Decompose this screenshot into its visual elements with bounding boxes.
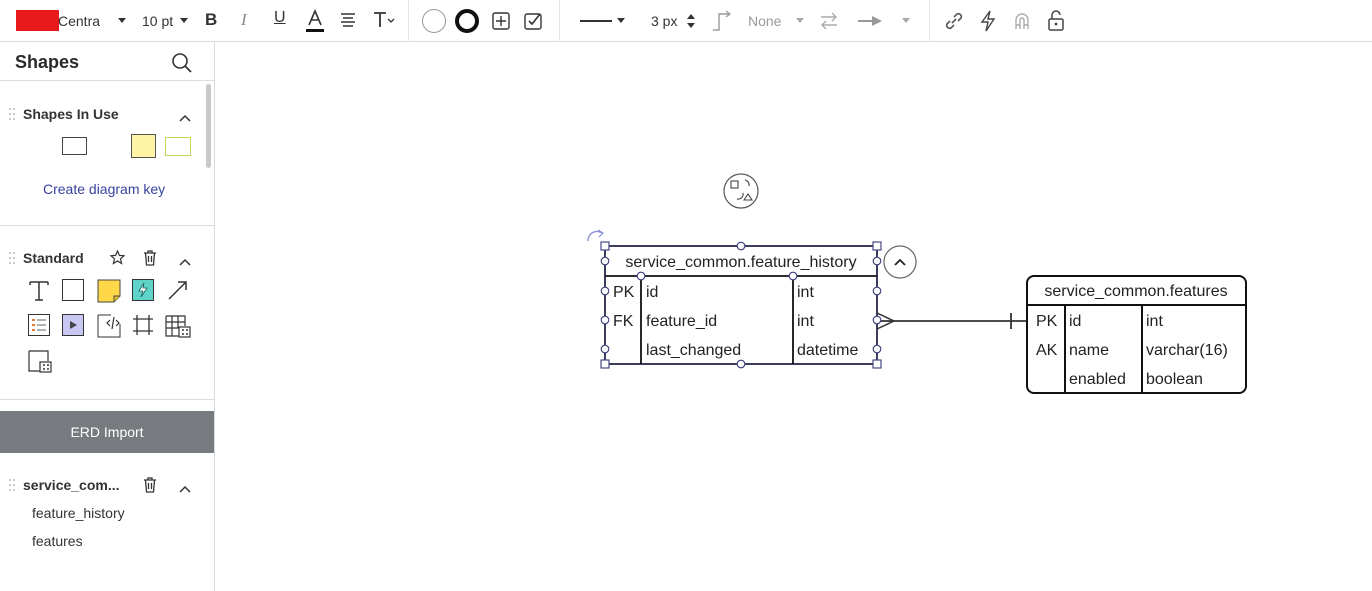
erd-import-button[interactable]: ERD Import: [0, 411, 214, 453]
shape-swatch-green-outline[interactable]: [165, 137, 191, 156]
panel-title: Shapes: [15, 52, 80, 72]
table-cell: int: [1146, 313, 1163, 330]
shape-options-icon[interactable]: [491, 11, 511, 36]
star-icon[interactable]: [109, 249, 126, 270]
italic-icon[interactable]: I: [241, 10, 247, 30]
table-cell: datetime: [797, 342, 858, 359]
chevron-up-icon[interactable]: [179, 109, 191, 127]
font-size-select[interactable]: 10 pt: [142, 11, 173, 31]
container-shape-icon[interactable]: [28, 349, 52, 373]
line-style-select-icon[interactable]: [580, 20, 612, 22]
fill-color-swatch[interactable]: [16, 10, 59, 31]
standard-title: Standard: [23, 250, 84, 266]
connector-elbow-icon[interactable]: [711, 10, 733, 37]
endpoint-select[interactable]: None: [748, 11, 781, 31]
erd-import-label: ERD Import: [70, 424, 144, 440]
shapes-in-use-title: Shapes In Use: [23, 106, 119, 122]
table-cell: enabled: [1069, 371, 1126, 388]
diagram-canvas[interactable]: service_common.feature_history PK id int…: [216, 43, 1372, 591]
table-cell: last_changed: [646, 342, 741, 359]
trash-icon[interactable]: [143, 250, 157, 271]
style-check-icon[interactable]: [523, 10, 545, 37]
shapes-panel: Shapes Shapes In Use Create diagram key …: [0, 42, 215, 591]
action-shape-icon[interactable]: [132, 279, 154, 301]
video-shape-icon[interactable]: [62, 314, 84, 336]
text-options-icon[interactable]: [373, 11, 395, 34]
text-color-icon[interactable]: [306, 8, 324, 33]
align-icon[interactable]: [340, 12, 356, 33]
table-title: service_common.feature_history: [625, 254, 856, 271]
list-shape-icon[interactable]: [28, 314, 50, 336]
table-shape-icon[interactable]: [165, 314, 191, 338]
chevron-down-icon[interactable]: [796, 18, 804, 23]
line-width-select[interactable]: 3 px: [651, 11, 677, 31]
library-item[interactable]: feature_history: [32, 505, 125, 521]
swap-arrows-icon[interactable]: [819, 12, 839, 35]
collapse-table-button[interactable]: [883, 245, 917, 279]
table-cell: boolean: [1146, 371, 1203, 388]
search-icon[interactable]: [171, 52, 193, 79]
link-icon[interactable]: [944, 11, 964, 36]
table-cell: id: [646, 284, 658, 301]
sticky-note-icon[interactable]: [97, 279, 121, 303]
table-cell: name: [1069, 342, 1109, 359]
lock-icon[interactable]: [1047, 10, 1065, 37]
text-shape-icon[interactable]: [28, 279, 50, 301]
table-title: service_common.features: [1044, 283, 1227, 300]
toolbar: Centra 10 pt B I U 3 px None: [0, 0, 1372, 42]
table-cell: FK: [613, 313, 634, 330]
line-style-icon[interactable]: [455, 9, 479, 33]
chevron-down-icon[interactable]: [118, 18, 126, 23]
table-cell: varchar(16): [1146, 342, 1228, 359]
magnet-icon[interactable]: [1013, 11, 1031, 36]
shape-swatch-yellow[interactable]: [131, 134, 156, 158]
chevron-down-icon[interactable]: [180, 18, 188, 23]
frame-icon[interactable]: [132, 314, 154, 336]
chevron-down-icon[interactable]: [902, 18, 910, 23]
rectangle-shape-icon[interactable]: [62, 279, 84, 301]
table-cell: int: [797, 284, 814, 301]
create-diagram-key-link[interactable]: Create diagram key: [43, 181, 165, 197]
drag-handle-icon[interactable]: [9, 252, 15, 264]
shape-swatch-rectangle[interactable]: [62, 137, 87, 155]
embed-code-icon[interactable]: [97, 314, 121, 338]
table-cell: PK: [613, 284, 635, 301]
sidebar-scrollbar[interactable]: [206, 84, 211, 168]
relationship-connector[interactable]: [876, 312, 1027, 330]
library-item[interactable]: features: [32, 533, 83, 549]
table-cell: AK: [1036, 342, 1058, 359]
bold-icon[interactable]: B: [205, 10, 217, 30]
table-cell: feature_id: [646, 313, 717, 330]
stepper-icon[interactable]: [687, 13, 695, 34]
shape-swap-button[interactable]: [723, 173, 759, 209]
table-cell: int: [797, 313, 814, 330]
table-cell: id: [1069, 313, 1081, 330]
trash-icon[interactable]: [143, 477, 157, 498]
chevron-up-icon[interactable]: [179, 480, 191, 498]
fill-circle-icon[interactable]: [422, 9, 446, 33]
table-cell: PK: [1036, 313, 1058, 330]
drag-handle-icon[interactable]: [9, 479, 15, 491]
font-family-select[interactable]: Centra: [58, 11, 100, 31]
drag-handle-icon[interactable]: [9, 108, 15, 120]
arrow-end-icon[interactable]: [857, 14, 883, 33]
chevron-up-icon[interactable]: [179, 253, 191, 271]
chevron-down-icon[interactable]: [617, 18, 625, 23]
lightning-icon[interactable]: [979, 10, 997, 37]
underline-icon[interactable]: U: [274, 9, 286, 27]
arrow-line-icon[interactable]: [167, 279, 189, 301]
library-title: service_com...: [23, 477, 120, 493]
